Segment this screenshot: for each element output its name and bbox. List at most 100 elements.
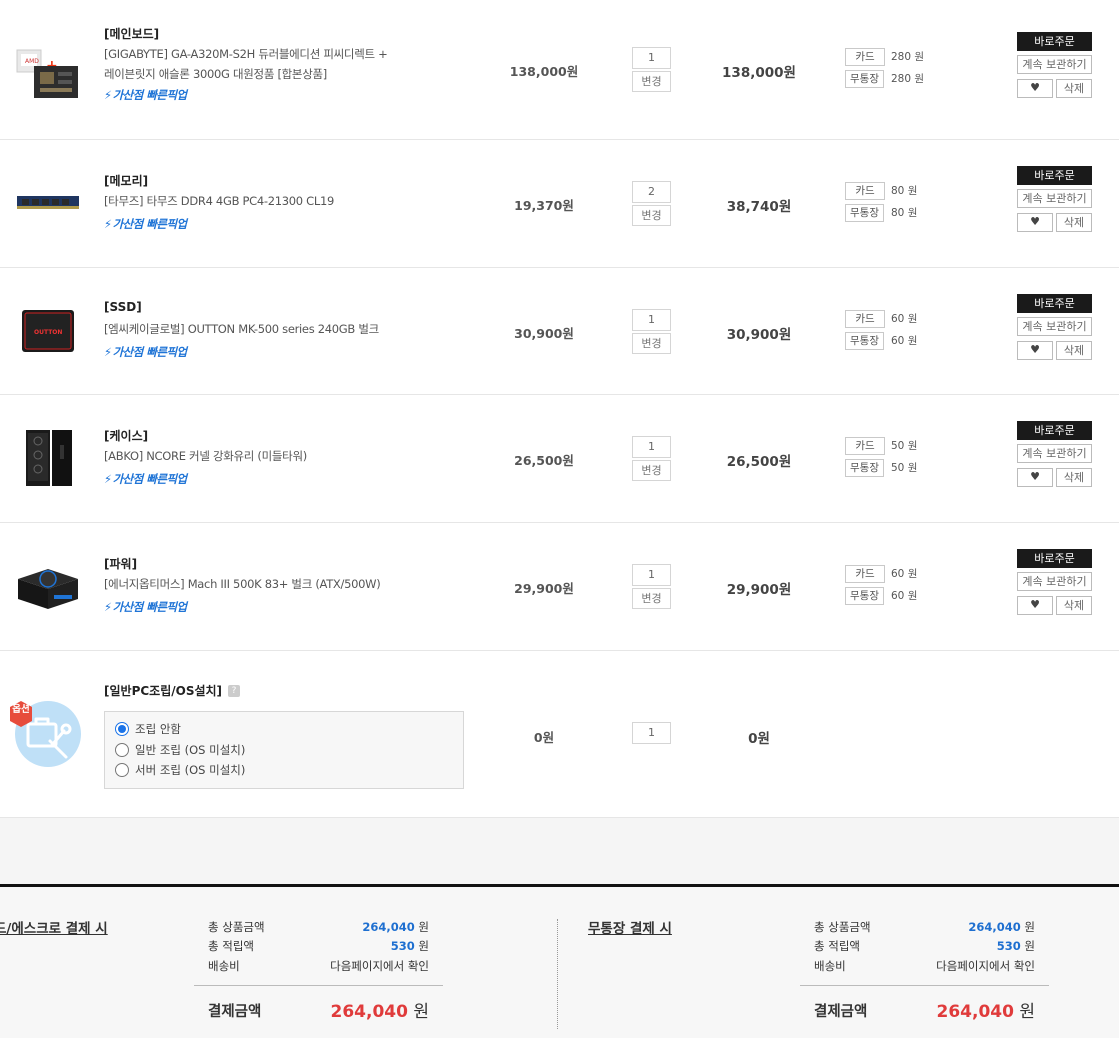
- product-category: [파워]: [104, 557, 138, 571]
- delete-button[interactable]: 삭제: [1056, 213, 1092, 232]
- order-now-button[interactable]: 바로주문: [1017, 294, 1092, 313]
- line-total: 30,900원: [726, 327, 792, 343]
- assembly-option-general[interactable]: 일반 조립 (OS 미설치): [115, 741, 245, 759]
- order-now-button[interactable]: 바로주문: [1017, 166, 1092, 185]
- product-name-line[interactable]: [타무즈] 타무즈 DDR4 4GB PC4-21300 CL19: [104, 191, 334, 211]
- quantity-input[interactable]: 2: [632, 181, 671, 203]
- order-now-button[interactable]: 바로주문: [1017, 421, 1092, 440]
- cart-item-row: [파워] [에너지옵티머스] Mach III 500K 83+ 벌크 (ATX/…: [0, 523, 1119, 651]
- product-name[interactable]: [GIGABYTE] GA-A320M-S2H 듀러블에디션 피씨디렉트 + 레이…: [104, 44, 388, 84]
- bank-points-tag: 무통장: [845, 332, 884, 350]
- delete-button[interactable]: 삭제: [1056, 468, 1092, 487]
- bank-points-value: 60 원: [891, 590, 918, 602]
- summary-divider: [800, 985, 1049, 986]
- bank-transfer-title[interactable]: 무통장 결제 시: [588, 917, 672, 937]
- power-supply-image[interactable]: [14, 555, 82, 615]
- product-name-line[interactable]: [ABKO] NCORE 커넬 강화유리 (미들타워): [104, 446, 307, 466]
- quantity-input[interactable]: 1: [632, 436, 671, 458]
- product-name-line[interactable]: [GIGABYTE] GA-A320M-S2H 듀러블에디션 피씨디렉트 +: [104, 44, 388, 64]
- product-name[interactable]: [타무즈] 타무즈 DDR4 4GB PC4-21300 CL19: [104, 191, 334, 211]
- quantity-change-button[interactable]: 변경: [632, 588, 671, 609]
- assembly-option-server[interactable]: 서버 조립 (OS 미설치): [115, 761, 245, 779]
- option-label: 조립 안함: [135, 722, 181, 736]
- delete-button[interactable]: 삭제: [1056, 79, 1092, 98]
- lightning-icon: ⚡: [104, 345, 112, 359]
- keep-in-storage-button[interactable]: 계속 보관하기: [1017, 317, 1092, 336]
- shipping-label: 배송비: [814, 959, 846, 973]
- quick-pickup-badge: ⚡가산점 빠른픽업: [104, 88, 187, 102]
- pay-amount-label: 결제금액: [814, 1004, 868, 1020]
- lightning-icon: ⚡: [104, 600, 112, 614]
- unit-price: 29,900원: [514, 581, 574, 596]
- cart-item-row: [케이스] [ABKO] NCORE 커넬 강화유리 (미들타워) ⚡가산점 빠른픽…: [0, 395, 1119, 523]
- help-icon[interactable]: ?: [228, 684, 241, 697]
- order-now-button[interactable]: 바로주문: [1017, 549, 1092, 568]
- quick-pickup-badge: ⚡가산점 빠른픽업: [104, 472, 187, 486]
- keep-in-storage-button[interactable]: 계속 보관하기: [1017, 444, 1092, 463]
- wishlist-heart-button[interactable]: ♥: [1017, 79, 1053, 98]
- pay-amount-value: 264,040 원: [330, 1002, 429, 1022]
- points-label: 총 적립액: [814, 939, 860, 953]
- pay-amount-label: 결제금액: [208, 1004, 262, 1020]
- delete-button[interactable]: 삭제: [1056, 341, 1092, 360]
- option-label: 일반 조립 (OS 미설치): [135, 743, 246, 757]
- radio-selected-icon[interactable]: [115, 722, 129, 736]
- ram-stick-image[interactable]: [14, 172, 82, 232]
- product-category: [케이스]: [104, 429, 149, 443]
- keep-in-storage-button[interactable]: 계속 보관하기: [1017, 572, 1092, 591]
- radio-icon[interactable]: [115, 763, 129, 777]
- product-category: [메모리]: [104, 174, 149, 188]
- wishlist-heart-button[interactable]: ♥: [1017, 468, 1053, 487]
- heart-icon: ♥: [1030, 343, 1040, 356]
- option-category: [일반PC조립/OS설치]: [104, 684, 223, 698]
- product-name-line[interactable]: [엠씨케이글로벌] OUTTON MK-500 series 240GB 벌크: [104, 319, 379, 339]
- radio-icon[interactable]: [115, 743, 129, 757]
- unit-price: 138,000원: [509, 64, 579, 79]
- card-points-value: 60 원: [891, 568, 918, 580]
- quantity-input[interactable]: 1: [632, 309, 671, 331]
- heart-icon: ♥: [1030, 81, 1040, 94]
- shipping-value: 다음페이지에서 확인: [330, 959, 429, 973]
- option-badge: 옵션: [12, 704, 30, 715]
- card-points-value: 60 원: [891, 313, 918, 325]
- cpu-mainboard-bundle-image[interactable]: AMD+: [14, 38, 82, 98]
- card-points-tag: 카드: [845, 565, 885, 583]
- line-total: 38,740원: [726, 199, 792, 215]
- product-name-line[interactable]: [에너지옵티머스] Mach III 500K 83+ 벌크 (ATX/500W…: [104, 574, 381, 594]
- order-now-button[interactable]: 바로주문: [1017, 32, 1092, 51]
- lightning-icon: ⚡: [104, 217, 112, 231]
- product-total-value: 264,040 원: [968, 920, 1035, 934]
- quantity-change-button[interactable]: 변경: [632, 205, 671, 226]
- product-total-label: 총 상품금액: [208, 920, 265, 934]
- card-escrow-title[interactable]: 드/에스크로 결제 시: [0, 917, 108, 937]
- option-label: 서버 조립 (OS 미설치): [135, 763, 246, 777]
- quantity-input[interactable]: 1: [632, 47, 671, 69]
- wishlist-heart-button[interactable]: ♥: [1017, 213, 1053, 232]
- keep-in-storage-button[interactable]: 계속 보관하기: [1017, 55, 1092, 74]
- keep-in-storage-button[interactable]: 계속 보관하기: [1017, 189, 1092, 208]
- heart-icon: ♥: [1030, 470, 1040, 483]
- wishlist-heart-button[interactable]: ♥: [1017, 341, 1053, 360]
- points-label: 총 적립액: [208, 939, 254, 953]
- option-qty-input[interactable]: 1: [632, 722, 671, 744]
- product-total-value: 264,040 원: [362, 920, 429, 934]
- quantity-change-button[interactable]: 변경: [632, 460, 671, 481]
- card-points-value: 80 원: [891, 185, 918, 197]
- line-total: 138,000원: [722, 65, 796, 81]
- product-name[interactable]: [엠씨케이글로벌] OUTTON MK-500 series 240GB 벌크: [104, 319, 379, 339]
- quantity-change-button[interactable]: 변경: [632, 333, 671, 354]
- product-name[interactable]: [ABKO] NCORE 커넬 강화유리 (미들타워): [104, 446, 307, 466]
- ssd-image[interactable]: OUTTON: [14, 300, 82, 360]
- delete-button[interactable]: 삭제: [1056, 596, 1092, 615]
- product-name-line[interactable]: 레이븐릿지 애슬론 3000G 대원정품 [합본상품]: [104, 64, 387, 84]
- card-points-value: 280 원: [891, 51, 925, 63]
- wishlist-heart-button[interactable]: ♥: [1017, 596, 1053, 615]
- quantity-input[interactable]: 1: [632, 564, 671, 586]
- card-points-tag: 카드: [845, 48, 885, 66]
- pc-case-image[interactable]: [14, 427, 82, 487]
- assembly-option-none[interactable]: 조립 안함: [115, 720, 181, 738]
- product-category: [SSD]: [104, 300, 142, 314]
- quantity-change-button[interactable]: 변경: [632, 71, 671, 92]
- points-value: 530 원: [996, 939, 1035, 953]
- product-name[interactable]: [에너지옵티머스] Mach III 500K 83+ 벌크 (ATX/500W…: [104, 574, 381, 594]
